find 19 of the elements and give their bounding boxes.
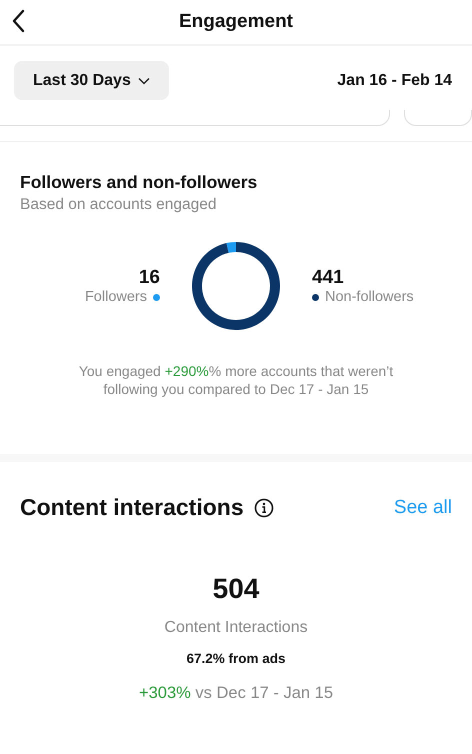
legend-value: 441 [312,267,344,289]
section-title: Followers and non-followers [20,172,258,193]
change-text: +303% vs Dec 17 - Jan 15 [138,684,334,703]
comparison-note: You engaged +290%% more accounts that weren’t following you compared to Dec 17 - Jan 15 [78,362,394,398]
ads-share: 67.2% from ads [185,651,287,666]
total-label: Content Interactions [163,619,309,637]
date-range: Jan 16 - Feb 14 [337,72,452,90]
back-icon[interactable] [11,9,25,33]
period-dropdown[interactable]: Last 30 Days [14,61,169,100]
page-title: Engagement [178,11,294,33]
summary-card [404,110,472,126]
info-icon[interactable] [254,498,274,518]
chevron-down-icon [138,76,150,84]
section-title: Content interactions [20,494,244,521]
legend-label: Non-followers [325,289,414,305]
legend-label: Followers [84,289,147,305]
total-value: 504 [212,573,260,605]
section-subtitle: Based on accounts engaged [20,196,218,214]
legend-value: 16 [138,267,160,289]
